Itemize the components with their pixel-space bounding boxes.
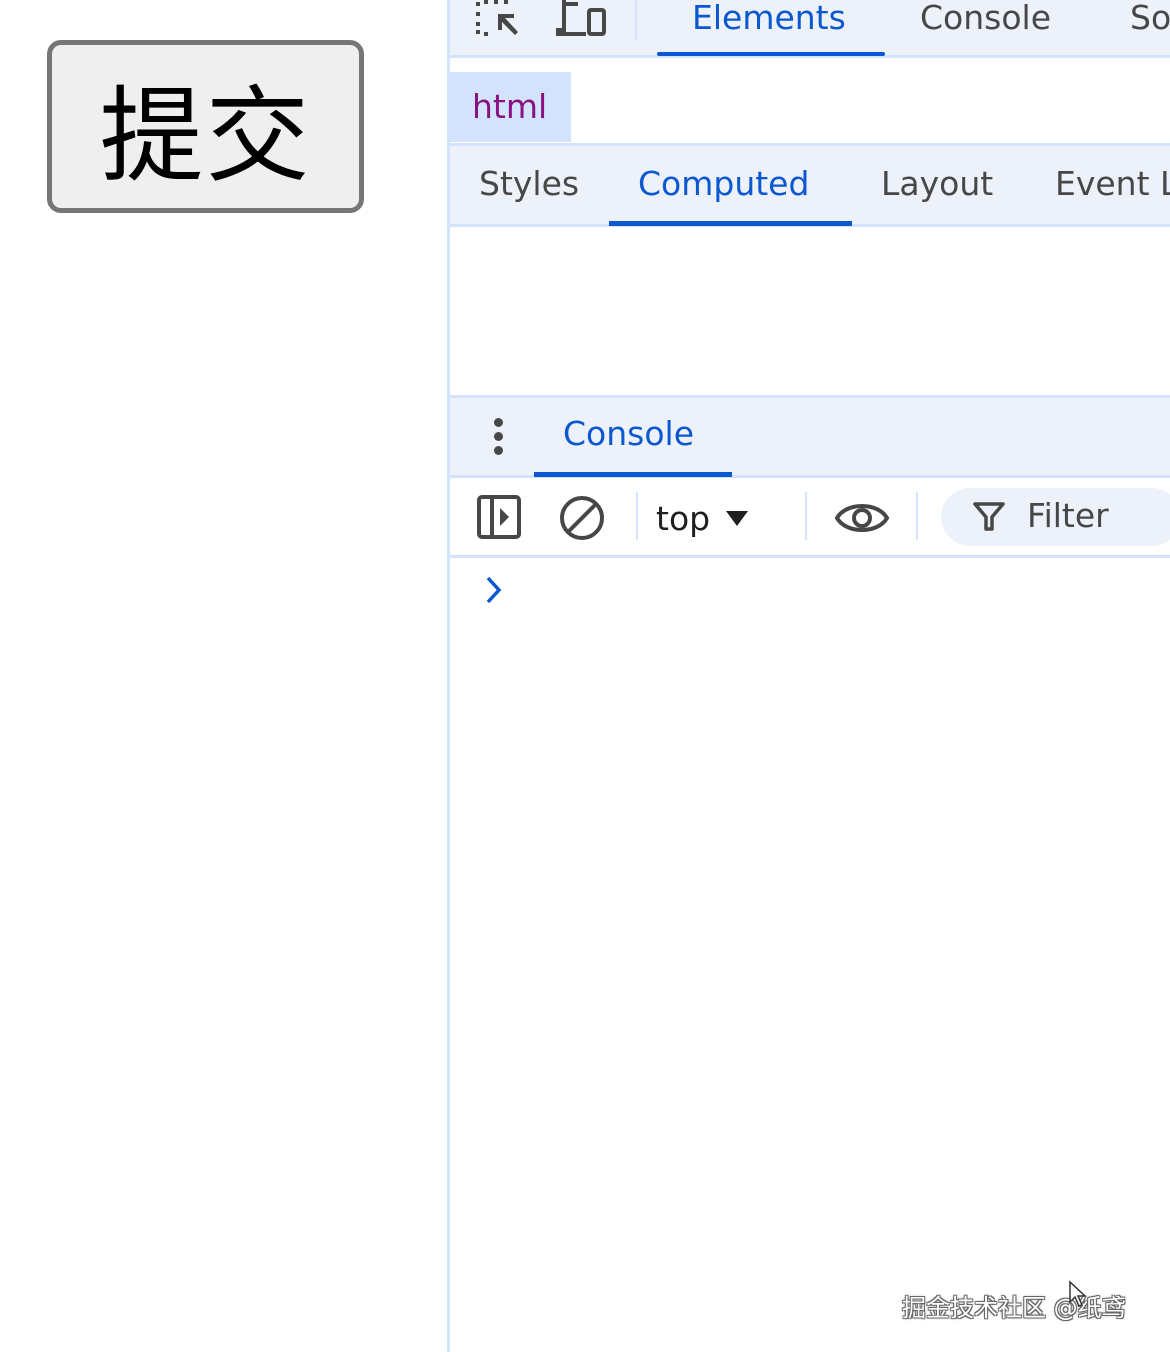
caret-down-icon <box>726 510 749 526</box>
computed-pane <box>450 227 1170 395</box>
tab-event-listeners[interactable]: Event L <box>1055 164 1170 203</box>
drawer-tabbar: Console <box>450 395 1170 478</box>
kebab-menu-icon[interactable] <box>490 418 506 458</box>
device-toolbar-icon[interactable] <box>556 0 608 42</box>
drawer-active-tab-indicator <box>534 472 732 477</box>
watermark: 掘金技术社区 @纸鸢 <box>902 1294 1126 1322</box>
inspected-page: 提交 <box>0 0 447 1352</box>
mouse-cursor-icon <box>1068 1280 1088 1308</box>
dom-tree: html <box>450 72 1170 142</box>
prompt-chevron-icon <box>484 575 504 605</box>
tab-layout[interactable]: Layout <box>881 164 993 203</box>
toolbar-separator <box>636 492 638 540</box>
tab-computed[interactable]: Computed <box>638 164 809 203</box>
console-output[interactable] <box>450 561 1170 1352</box>
tab-sources[interactable]: So <box>1130 0 1170 52</box>
devtools-main-toolbar: Elements Console So <box>450 0 1170 58</box>
tab-console[interactable]: Console <box>920 0 1051 52</box>
tab-elements[interactable]: Elements <box>692 0 846 52</box>
inspect-element-icon[interactable] <box>470 0 522 42</box>
console-toolbar: top Filter <box>450 478 1170 558</box>
submit-button[interactable]: 提交 <box>47 40 364 213</box>
toolbar-separator <box>805 492 807 540</box>
tab-styles[interactable]: Styles <box>479 164 579 203</box>
active-sidebar-tab-indicator <box>609 221 852 226</box>
dom-node-html[interactable]: html <box>450 72 571 142</box>
live-expression-eye-icon[interactable] <box>834 496 890 544</box>
drawer-tab-console[interactable]: Console <box>563 414 694 453</box>
devtools-panel: Elements Console So html Styles Computed… <box>450 0 1170 1352</box>
toolbar-separator <box>916 492 918 540</box>
filter-input[interactable]: Filter <box>941 488 1170 546</box>
sidebar-tabbar: Styles Computed Layout Event L <box>450 143 1170 227</box>
filter-placeholder: Filter <box>1027 496 1109 535</box>
show-sidebar-icon[interactable] <box>476 494 522 544</box>
context-value: top <box>656 498 711 538</box>
active-tab-indicator <box>657 52 885 56</box>
context-selector[interactable]: top <box>656 490 749 546</box>
clear-console-icon[interactable] <box>558 494 606 546</box>
toolbar-separator <box>635 0 637 40</box>
filter-funnel-icon <box>973 501 1005 533</box>
